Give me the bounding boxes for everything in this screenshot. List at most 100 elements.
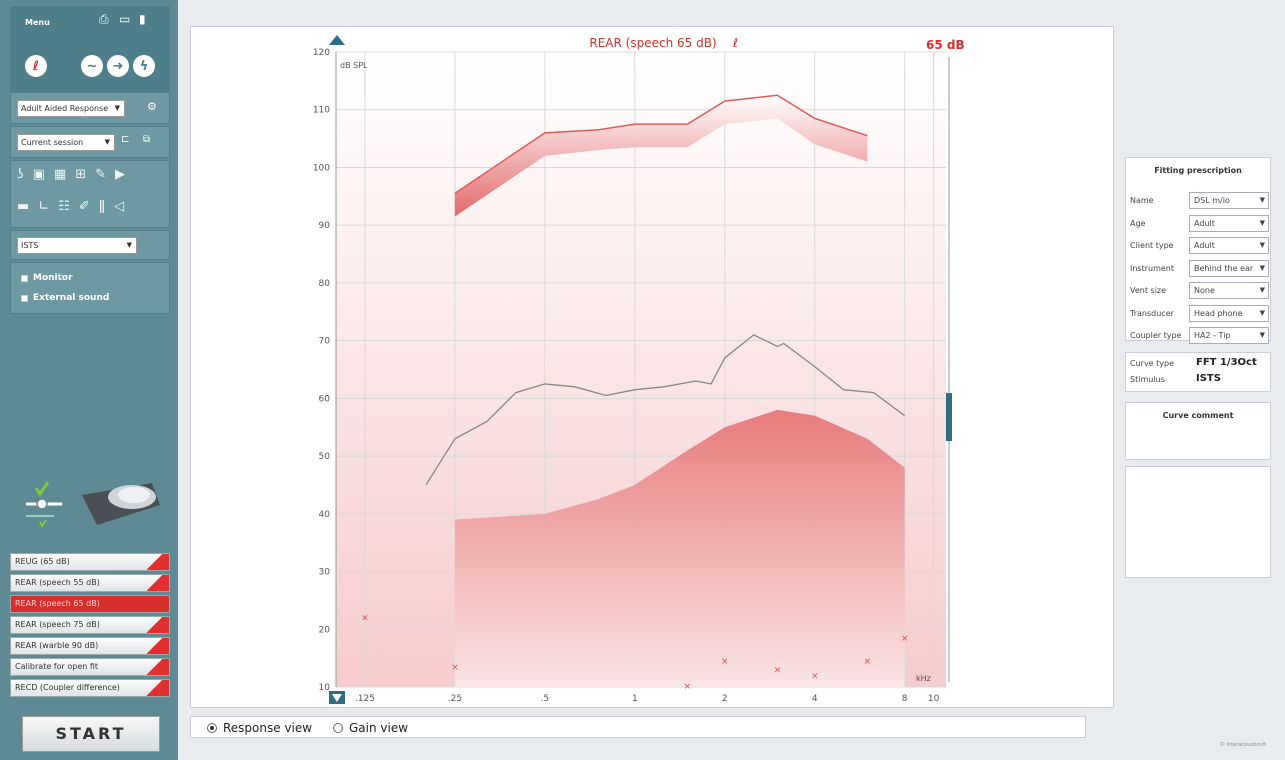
fitting-label: Transducer bbox=[1130, 308, 1174, 318]
gain-view-radio[interactable]: Gain view bbox=[333, 721, 408, 735]
x-tick-label: 2 bbox=[722, 694, 728, 704]
session-select[interactable]: Current session ▼ bbox=[17, 134, 115, 151]
measurement-button[interactable]: REUG (65 dB) bbox=[10, 553, 170, 571]
radio-dot bbox=[207, 723, 217, 733]
status-tag bbox=[147, 659, 169, 675]
right-ear-icon: ℓ bbox=[732, 36, 738, 50]
level-slider-handle[interactable] bbox=[946, 393, 952, 441]
bars-icon[interactable]: ǁ bbox=[99, 199, 105, 214]
edit-icon[interactable]: ✎ bbox=[95, 167, 106, 182]
x-tick-label: 1 bbox=[632, 694, 638, 704]
status-tag bbox=[147, 575, 169, 591]
speaker-icon[interactable]: ◁ bbox=[114, 199, 124, 214]
stimulus-select-value: ISTS bbox=[21, 241, 39, 250]
measurement-label: REAR (warble 90 dB) bbox=[15, 641, 99, 650]
x-unit-label: kHz bbox=[916, 674, 931, 683]
chevron-down-icon: ▼ bbox=[1259, 331, 1265, 339]
measurement-label: REAR (speech 75 dB) bbox=[15, 620, 100, 629]
radio-dot bbox=[333, 723, 343, 733]
threshold-marker: × bbox=[811, 671, 819, 681]
y-tick-label: 40 bbox=[319, 510, 331, 520]
measurement-button[interactable]: REAR (speech 55 dB) bbox=[10, 574, 170, 592]
menu-button[interactable]: Menu bbox=[25, 18, 50, 27]
threshold-marker: × bbox=[361, 614, 369, 624]
device-illustration bbox=[82, 483, 160, 525]
fitting-select[interactable]: Behind the ear ▼ bbox=[1189, 259, 1269, 277]
fitting-select[interactable]: Adult ▼ bbox=[1189, 214, 1269, 232]
fitting-select[interactable]: DSL m/io ▼ bbox=[1189, 192, 1269, 209]
chevron-down-icon: ▼ bbox=[1259, 196, 1265, 204]
monitor-panel: Monitor External sound bbox=[10, 262, 170, 314]
chevron-down-icon: ▼ bbox=[114, 104, 120, 112]
x-tick-label: 8 bbox=[902, 694, 908, 704]
chevron-down-icon: ▼ bbox=[1259, 218, 1265, 227]
measurement-button[interactable]: Calibrate for open fit bbox=[10, 658, 170, 676]
threshold-marker: × bbox=[684, 682, 692, 692]
fitting-select[interactable]: Head phone ▼ bbox=[1189, 304, 1269, 322]
stimulus-panel: ISTS ▼ bbox=[10, 230, 170, 260]
external-sound-checkbox[interactable]: External sound bbox=[21, 293, 109, 303]
fitting-select[interactable]: Adult ▼ bbox=[1189, 237, 1269, 254]
curve-info-panel: Curve type FFT 1/3Oct Stimulus ISTS bbox=[1125, 352, 1271, 392]
stimulus-label: Stimulus bbox=[1130, 375, 1165, 384]
y-unit-label: dB SPL bbox=[340, 61, 368, 70]
response-chart[interactable]: 10 20 30 40 50 60 70 80 90 100 110 120 .125 .25 .5 1 2 4 8… bbox=[191, 27, 1115, 709]
fitting-value: HA2 - Tip bbox=[1194, 331, 1231, 340]
axis-icon[interactable]: ∟ bbox=[38, 199, 49, 214]
scroll-up-icon[interactable] bbox=[329, 35, 345, 45]
exit-icon[interactable]: ▮ bbox=[139, 12, 146, 26]
save-icon[interactable]: ▭ bbox=[119, 12, 130, 26]
fitting-label: Client type bbox=[1130, 241, 1174, 250]
fitting-value: None bbox=[1194, 286, 1215, 295]
measurement-button[interactable]: REAR (speech 65 dB) bbox=[10, 595, 170, 613]
chevron-down-icon: ▼ bbox=[1259, 308, 1265, 317]
screen-icon[interactable]: ▬ bbox=[17, 199, 29, 214]
stimulus-select[interactable]: ISTS ▼ bbox=[17, 237, 137, 254]
measurement-button[interactable]: REAR (speech 75 dB) bbox=[10, 616, 170, 634]
response-view-radio[interactable]: Response view bbox=[207, 721, 312, 735]
table-icon[interactable]: ☷ bbox=[58, 199, 70, 214]
toolbar-panel: Menu ⎙ ▭ ▮ ℓ ∼ ➜ ϟ bbox=[10, 6, 170, 96]
start-button[interactable]: START bbox=[22, 716, 160, 752]
wave-icon[interactable]: ∼ bbox=[81, 55, 103, 77]
fitting-row: Age Adult ▼ bbox=[1130, 214, 1269, 233]
grid-icon[interactable]: ▦ bbox=[54, 167, 66, 182]
fitting-value: Adult bbox=[1194, 218, 1215, 228]
split-icon[interactable]: ⊞ bbox=[75, 167, 86, 182]
checkbox-box bbox=[21, 274, 28, 282]
ear-outline-icon[interactable]: ʖ bbox=[17, 167, 24, 182]
note-icon[interactable]: ▣ bbox=[33, 167, 45, 182]
measurement-label: REUG (65 dB) bbox=[15, 557, 70, 566]
lightning-icon[interactable]: ϟ bbox=[133, 55, 155, 77]
copy-session-icon[interactable]: ⧉ bbox=[143, 134, 150, 145]
ear-icon[interactable]: ℓ bbox=[25, 55, 47, 77]
connection-status-icon bbox=[26, 481, 62, 528]
protocol-settings-icon[interactable]: ⚙ bbox=[147, 100, 157, 113]
threshold-marker: × bbox=[451, 663, 459, 673]
measurement-button[interactable]: RECD (Coupler difference) bbox=[10, 679, 170, 697]
x-tick-label: .5 bbox=[541, 694, 550, 704]
monitor-checkbox[interactable]: Monitor bbox=[21, 273, 73, 283]
external-sound-label: External sound bbox=[33, 293, 110, 303]
measurement-button[interactable]: REAR (warble 90 dB) bbox=[10, 637, 170, 655]
y-tick-label: 30 bbox=[319, 568, 331, 578]
session-select-value: Current session bbox=[21, 138, 84, 147]
y-tick-label: 60 bbox=[319, 394, 331, 404]
fitting-prescription-panel: Fitting prescription Name DSL m/io ▼ Age Adu… bbox=[1125, 157, 1271, 344]
play-icon[interactable]: ▶ bbox=[115, 167, 125, 182]
tools-row-1: ʖ ▣ ▦ ⊞ ✎ ▶ bbox=[17, 167, 125, 182]
edit-curve-icon[interactable]: ✐ bbox=[79, 199, 90, 214]
open-session-icon[interactable]: ⊏ bbox=[121, 134, 129, 145]
response-view-label: Response view bbox=[223, 721, 313, 735]
fitting-select[interactable]: None ▼ bbox=[1189, 282, 1269, 299]
arrow-icon[interactable]: ➜ bbox=[107, 55, 129, 77]
curve-comment-panel[interactable]: Curve comment bbox=[1125, 402, 1271, 460]
gain-view-label: Gain view bbox=[349, 721, 409, 735]
print-icon[interactable]: ⎙ bbox=[99, 12, 109, 27]
y-tick-label: 70 bbox=[319, 337, 331, 347]
fitting-select[interactable]: HA2 - Tip ▼ bbox=[1189, 327, 1269, 344]
protocol-select[interactable]: Adult Aided Response ▼ bbox=[17, 100, 125, 117]
fitting-label: Coupler type bbox=[1130, 331, 1182, 340]
fitting-row: Coupler type HA2 - Tip ▼ bbox=[1130, 327, 1269, 345]
status-tag bbox=[147, 554, 169, 570]
